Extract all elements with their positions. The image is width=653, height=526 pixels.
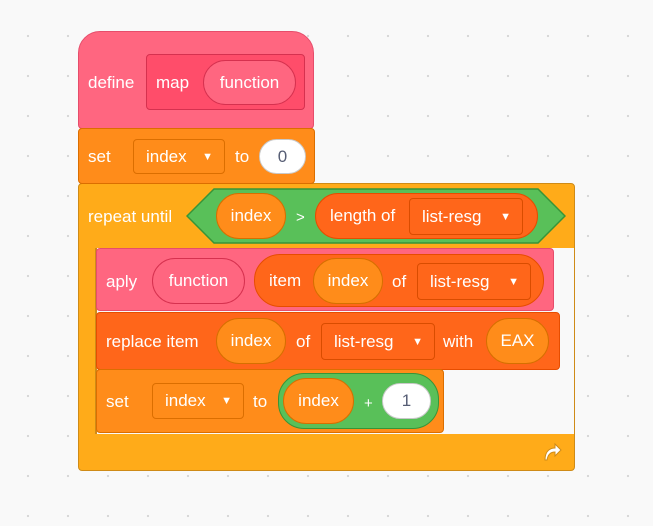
- aply-function-input[interactable]: function: [152, 258, 245, 304]
- replace-of-label: of: [296, 332, 311, 351]
- add-right-text: 1: [401, 391, 412, 410]
- replace-list-dropdown[interactable]: list-resg ▼: [321, 323, 435, 360]
- dropdown-caret-icon: ▼: [202, 150, 213, 163]
- item-list-label: list-resg: [430, 271, 490, 291]
- set-variable-dropdown[interactable]: index ▼: [133, 139, 225, 174]
- item-index-reporter[interactable]: index: [313, 258, 383, 304]
- define-keyword: define: [88, 73, 135, 92]
- length-of-label: length of: [330, 206, 396, 225]
- plus-operator: +: [364, 395, 373, 412]
- define-param-function[interactable]: function: [203, 60, 296, 105]
- dropdown-caret-icon: ▼: [508, 275, 519, 288]
- set-value-input[interactable]: 0: [259, 139, 306, 174]
- replace-list-label: list-resg: [334, 331, 394, 351]
- greater-than-operator: >: [296, 209, 305, 226]
- define-param-label: function: [219, 72, 280, 92]
- replace-index-label: index: [230, 331, 272, 350]
- item-label: item: [269, 270, 302, 290]
- set-label: set: [88, 147, 111, 166]
- length-list-dropdown[interactable]: list-resg ▼: [409, 198, 523, 235]
- add-left-label: index: [298, 391, 339, 410]
- set2-variable-dropdown[interactable]: index ▼: [152, 383, 244, 419]
- define-block-name: map: [156, 73, 190, 92]
- replace-with-label: with: [443, 332, 474, 351]
- dropdown-caret-icon: ▼: [412, 335, 423, 348]
- repeat-label: repeat until: [88, 207, 173, 226]
- aply-function-label: function: [168, 271, 229, 290]
- set-variable-label: index: [146, 146, 187, 166]
- replace-item-label: replace item: [106, 332, 199, 351]
- dropdown-caret-icon: ▼: [500, 210, 511, 223]
- set-to-label: to: [235, 147, 250, 166]
- dropdown-caret-icon: ▼: [221, 395, 232, 407]
- set2-to-label: to: [253, 392, 268, 411]
- item-of-label: of: [392, 272, 407, 291]
- aply-label: aply: [106, 272, 138, 291]
- item-index-label: index: [327, 271, 369, 290]
- add-left-reporter[interactable]: index: [283, 378, 354, 424]
- replace-value-label: EAX: [500, 331, 535, 350]
- add-right-input[interactable]: 1: [382, 383, 431, 419]
- condition-var-reporter[interactable]: index: [216, 193, 286, 239]
- set2-label: set: [106, 392, 129, 411]
- replace-index-reporter[interactable]: index: [216, 318, 286, 364]
- item-list-dropdown[interactable]: list-resg ▼: [417, 263, 531, 300]
- length-list-label: list-resg: [422, 206, 482, 226]
- condition-var-label: index: [230, 206, 272, 225]
- loop-arrow-icon: [544, 442, 562, 461]
- replace-value-reporter[interactable]: EAX: [486, 318, 549, 364]
- set2-variable-label: index: [165, 391, 206, 410]
- set-value-text: 0: [277, 146, 288, 166]
